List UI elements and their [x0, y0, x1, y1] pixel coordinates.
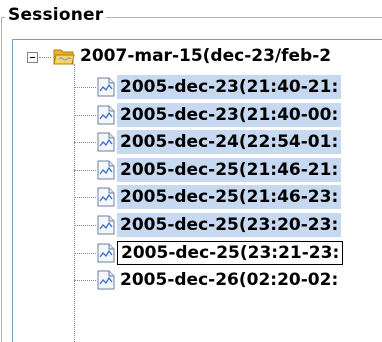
tree-connector-line: [74, 280, 96, 281]
tree-connector-line: [74, 115, 96, 116]
tree-item-row[interactable]: 2005-dec-24(22:54-01:: [13, 130, 382, 159]
tree-connector-line: [74, 197, 96, 198]
tree-item-label[interactable]: 2005-dec-25(23:20-23:: [117, 213, 342, 237]
chart-file-icon: [97, 105, 115, 125]
tree-item-row[interactable]: 2005-dec-26(02:20-02:: [13, 269, 382, 297]
tree-root-label[interactable]: 2007-mar-15(dec-23/feb-2: [77, 44, 334, 68]
tree-item-row[interactable]: 2005-dec-23(21:40-00:: [13, 103, 382, 132]
tree-connector-line: [74, 142, 96, 143]
group-title: Sessioner: [5, 4, 107, 26]
tree-item-label[interactable]: 2005-dec-25(21:46-23:: [117, 185, 342, 209]
chart-file-icon: [97, 215, 115, 235]
chart-file-icon: [97, 270, 115, 290]
groupbox-border-left: [1, 17, 2, 342]
tree-item-row[interactable]: 2005-dec-25(23:21-23:: [13, 241, 382, 270]
tree-connector-line: [74, 170, 96, 171]
tree-item-label[interactable]: 2005-dec-24(22:54-01:: [117, 130, 342, 154]
collapse-toggle-icon[interactable]: [27, 52, 38, 63]
tree-item-label[interactable]: 2005-dec-23(21:40-21:: [117, 75, 342, 99]
tree-item-row[interactable]: 2005-dec-25(23:20-23:: [13, 213, 382, 242]
tree-connector-line: [39, 57, 51, 58]
folder-open-icon: [53, 49, 75, 65]
tree-item-row[interactable]: 2005-dec-25(21:46-21:: [13, 158, 382, 187]
tree-item-label[interactable]: 2005-dec-25(21:46-21:: [117, 158, 342, 182]
tree-connector-line: [74, 253, 96, 254]
tree-item-label[interactable]: 2005-dec-25(23:21-23:: [117, 241, 344, 265]
chart-file-icon: [97, 160, 115, 180]
chart-file-icon: [97, 132, 115, 152]
tree-item-row[interactable]: 2005-dec-25(21:46-23:: [13, 185, 382, 214]
tree-connector-line: [74, 87, 96, 88]
tree-item-label[interactable]: 2005-dec-26(02:20-02:: [117, 268, 341, 292]
session-tree[interactable]: 2007-mar-15(dec-23/feb-2 2005-dec-23(21:…: [12, 39, 382, 342]
tree-root-row[interactable]: 2007-mar-15(dec-23/feb-2: [13, 46, 382, 74]
chart-file-icon: [97, 187, 115, 207]
tree-connector-line: [74, 225, 96, 226]
chart-file-icon: [97, 77, 115, 97]
tree-item-label[interactable]: 2005-dec-23(21:40-00:: [117, 103, 342, 127]
tree-item-row[interactable]: 2005-dec-23(21:40-21:: [13, 75, 382, 104]
chart-file-icon: [97, 243, 115, 263]
